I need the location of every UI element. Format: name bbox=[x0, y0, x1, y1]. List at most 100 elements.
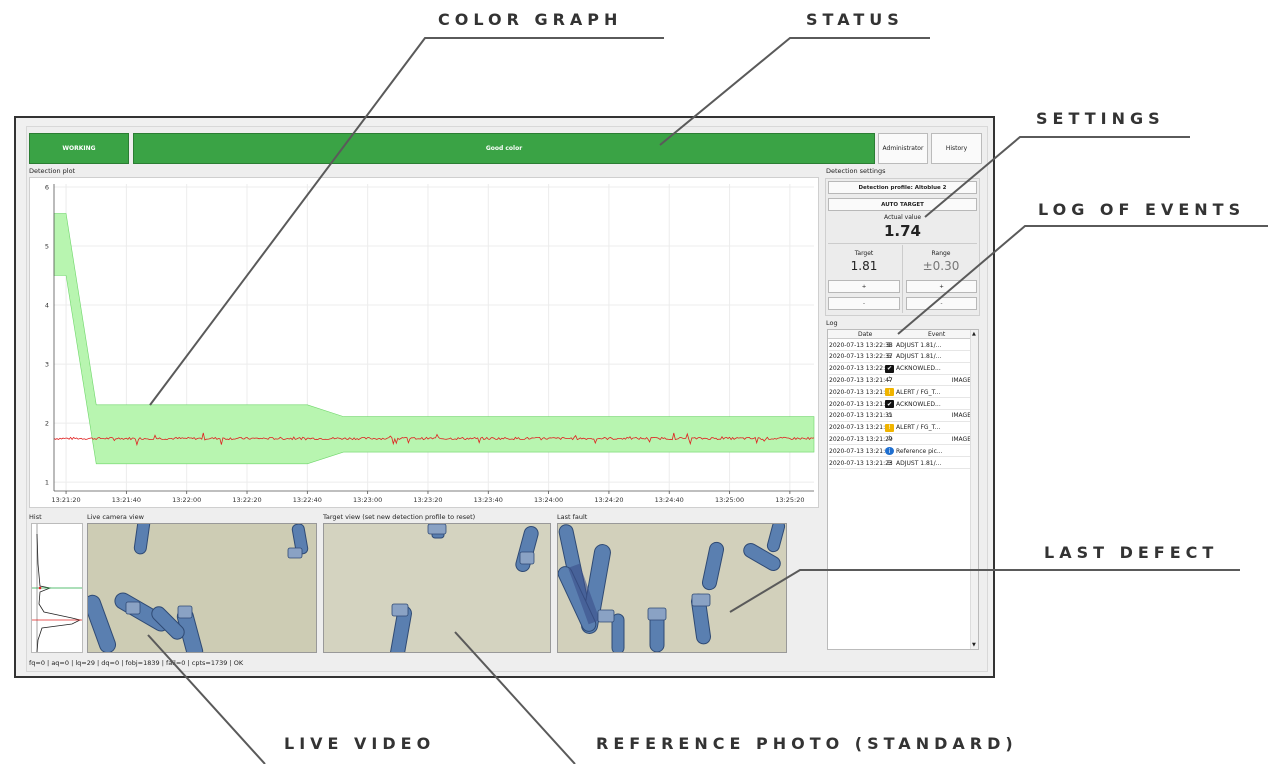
target-minus-button[interactable]: - bbox=[828, 297, 900, 310]
x-tick-label: 13:24:20 bbox=[594, 496, 623, 504]
y-tick-label: 4 bbox=[45, 302, 49, 310]
range-label: Range bbox=[931, 250, 951, 257]
tolerance-band bbox=[53, 213, 815, 465]
log-row-date: 2020-07-13 13:21:31 bbox=[829, 412, 893, 420]
log-row[interactable]: 2020-07-13 13:21:47! ALERT / FG_T... bbox=[829, 387, 971, 399]
x-tick-label: 13:23:40 bbox=[474, 496, 503, 504]
target-view-image bbox=[324, 524, 550, 652]
check-icon: ✔ bbox=[885, 364, 894, 373]
log-row-event: ADJUST 1.81/... bbox=[896, 341, 942, 349]
detection-plot-svg: 1 2 3 4 5 6 13:21:20 13:21:40 13:22:00 13:22:20 13… bbox=[45, 183, 815, 504]
callout-settings: SETTINGS bbox=[1036, 109, 1165, 128]
log-row-event: ALERT / FG_T... bbox=[896, 424, 941, 432]
history-button[interactable]: History bbox=[931, 133, 982, 164]
target-label: Target bbox=[854, 250, 874, 257]
histogram-svg bbox=[32, 524, 82, 653]
x-tick-label: 13:22:40 bbox=[293, 496, 322, 504]
x-tick-label: 13:23:00 bbox=[353, 496, 382, 504]
target-value: 1.81 bbox=[850, 259, 878, 273]
actual-value: 1.74 bbox=[883, 222, 921, 240]
status-line: fq=0 | aq=0 | lq=29 | dq=0 | fobj=1839 |… bbox=[29, 659, 244, 667]
log-row[interactable]: 2020-07-13 13:22:38 ☰ ADJUST 1.81/... bbox=[829, 340, 971, 351]
hist-label: Hist bbox=[29, 513, 42, 521]
log-row[interactable]: 2020-07-13 13:21:29 i Reference pic... bbox=[829, 446, 971, 458]
scroll-down-icon[interactable]: ▼ bbox=[972, 642, 976, 648]
detection-plot-label: Detection plot bbox=[29, 167, 76, 175]
log-row-date: 2020-07-13 13:22:02 bbox=[829, 365, 893, 373]
log-row-date: 2020-07-13 13:21:29 bbox=[829, 447, 893, 455]
sliders-icon: ☰ bbox=[886, 353, 893, 361]
range-plus-button[interactable]: + bbox=[906, 280, 977, 293]
log-row-date: 2020-07-13 13:21:31 bbox=[829, 424, 893, 432]
histogram-panel bbox=[31, 523, 83, 653]
x-tick-label: 13:22:00 bbox=[172, 496, 201, 504]
log-row[interactable]: 2020-07-13 13:21:29 ⏻ IMAGE bbox=[829, 434, 971, 446]
log-row[interactable]: 2020-07-13 13:22:37 ☰ ADJUST 1.81/... bbox=[829, 352, 971, 363]
log-row-event: ACKNOWLED... bbox=[896, 365, 941, 373]
log-row[interactable]: 2020-07-13 13:22:02 ✔ ACKNOWLED... bbox=[829, 364, 971, 375]
target-plus-button[interactable]: + bbox=[828, 280, 900, 293]
detection-profile-button[interactable]: Detection profile: Altoblue 2 bbox=[828, 181, 977, 194]
scroll-up-icon[interactable]: ▲ bbox=[972, 331, 976, 337]
settings-divider bbox=[828, 243, 977, 244]
log-row[interactable]: 2020-07-13 13:21:31 ⏻ IMAGE bbox=[829, 411, 971, 422]
x-tick-label: 13:21:20 bbox=[51, 496, 80, 504]
auto-target-button[interactable]: AUTO TARGET bbox=[828, 198, 977, 211]
x-tick-label: 13:25:00 bbox=[715, 496, 744, 504]
sliders-icon: ☰ bbox=[886, 459, 893, 467]
target-view-label: Target view (set new detection profile t… bbox=[323, 513, 476, 521]
log-row-event: Reference pic... bbox=[896, 447, 943, 455]
callout-color-graph: COLOR GRAPH bbox=[438, 10, 623, 29]
x-tick-label: 13:24:00 bbox=[534, 496, 563, 504]
log-row-date: 2020-07-13 13:22:37 bbox=[829, 353, 893, 361]
live-camera-label: Live camera view bbox=[87, 513, 144, 521]
log-row[interactable]: 2020-07-13 13:21:31! ALERT / FG_T... bbox=[829, 423, 971, 434]
x-tick-label: 13:24:40 bbox=[655, 496, 684, 504]
target-view bbox=[323, 523, 551, 653]
range-value: ±0.30 bbox=[922, 259, 960, 273]
last-fault-image bbox=[558, 524, 786, 652]
status-indicator: Good color bbox=[133, 133, 875, 164]
log-table[interactable]: Date Event 2020-07-13 13:22:38 ☰ ADJUST 1.… bbox=[827, 329, 979, 650]
log-row-event: ADJUST 1.81/... bbox=[896, 353, 942, 361]
range-minus-button[interactable]: - bbox=[906, 297, 977, 310]
last-fault-view bbox=[557, 523, 787, 653]
app-frame: WORKING Good color Administrator History… bbox=[14, 116, 995, 678]
warning-icon: ! bbox=[885, 423, 894, 432]
log-row-date: 2020-07-13 13:21:23 bbox=[829, 459, 893, 467]
callout-log-of-events: LOG OF EVENTS bbox=[1038, 200, 1246, 219]
log-col-date[interactable]: Date bbox=[858, 331, 872, 338]
log-row-date: 2020-07-13 13:21:47 bbox=[829, 376, 893, 384]
detection-plot: 1 2 3 4 5 6 13:21:20 13:21:40 13:22:00 13:22:20 13… bbox=[29, 177, 819, 508]
callout-last-defect: LAST DEFECT bbox=[1044, 543, 1219, 562]
log-row-event: ACKNOWLED... bbox=[896, 400, 941, 408]
sliders-icon: ☰ bbox=[886, 341, 893, 349]
log-row-date: 2020-07-13 13:22:38 bbox=[829, 341, 893, 349]
log-header: Date Event bbox=[828, 330, 971, 339]
log-row-date: 2020-07-13 13:21:35 bbox=[829, 400, 893, 408]
administrator-button[interactable]: Administrator bbox=[878, 133, 928, 164]
log-row[interactable]: 2020-07-13 13:21:23 ☰ ADJUST 1.81/... bbox=[829, 458, 971, 469]
power-icon: ⏻ bbox=[887, 376, 892, 384]
log-col-event[interactable]: Event bbox=[928, 331, 945, 338]
actual-value-label: Actual value bbox=[883, 214, 922, 221]
callout-reference-photo: REFERENCE PHOTO (STANDARD) bbox=[596, 734, 1018, 753]
log-row-date: 2020-07-13 13:21:47 bbox=[829, 388, 893, 396]
log-row[interactable]: 2020-07-13 13:21:47 ⏻ IMAGE bbox=[829, 375, 971, 387]
log-row-date: 2020-07-13 13:21:29 bbox=[829, 435, 893, 443]
callout-live-video: LIVE VIDEO bbox=[284, 734, 436, 753]
log-row-event: IMAGE bbox=[951, 412, 971, 420]
log-scrollbar[interactable]: ▲ ▼ bbox=[970, 330, 978, 649]
y-tick-label: 3 bbox=[45, 361, 49, 369]
working-button[interactable]: WORKING bbox=[29, 133, 129, 164]
log-row-event: ADJUST 1.81/... bbox=[896, 459, 942, 467]
app-window: WORKING Good color Administrator History… bbox=[26, 126, 988, 672]
live-camera-view bbox=[87, 523, 317, 653]
x-tick-label: 13:23:20 bbox=[413, 496, 442, 504]
log-label: Log bbox=[826, 319, 838, 327]
x-tick-label: 13:22:20 bbox=[232, 496, 261, 504]
power-icon: ⏻ bbox=[887, 411, 892, 419]
log-row[interactable]: 2020-07-13 13:21:35 ✔ ACKNOWLED... bbox=[829, 399, 971, 410]
x-tick-label: 13:25:20 bbox=[775, 496, 804, 504]
x-tick-label: 13:21:40 bbox=[112, 496, 141, 504]
